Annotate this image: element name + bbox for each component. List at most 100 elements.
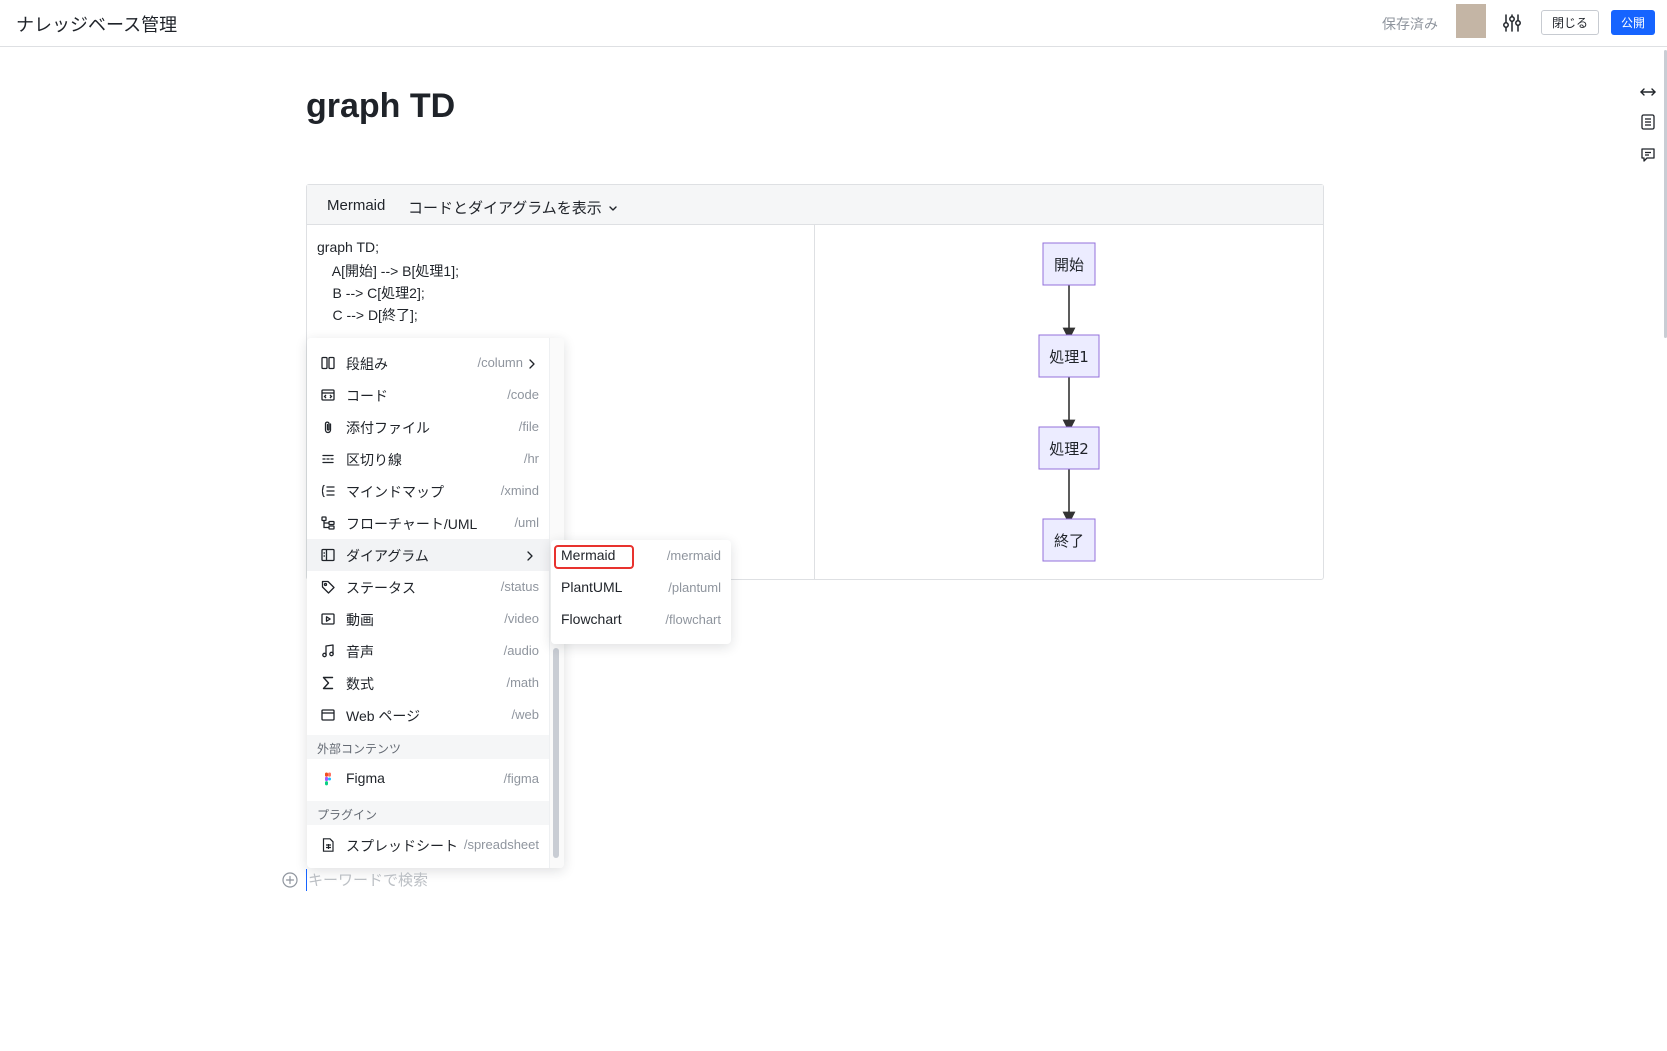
menu-item-column[interactable]: 段組み /column xyxy=(307,347,549,379)
menu-section-label: プラグイン xyxy=(317,808,378,822)
browser-icon xyxy=(320,707,336,723)
menu-item-label: ダイアグラム xyxy=(346,548,429,564)
menu-item-file[interactable]: 添付ファイル /file xyxy=(307,411,549,443)
menu-item-shortcut: /audio xyxy=(503,643,539,658)
flow-node-label: 開始 xyxy=(1054,256,1084,274)
menu-item-label: コード xyxy=(346,388,388,404)
menu-item-shortcut: /status xyxy=(500,579,539,594)
menu-item-audio[interactable]: 音声 /audio xyxy=(307,635,549,667)
menu-item-shortcut: /column xyxy=(477,355,523,370)
document-title[interactable]: graph TD xyxy=(306,87,455,126)
menu-item-label: 音声 xyxy=(346,644,374,660)
sliders-icon[interactable] xyxy=(1500,12,1524,34)
view-mode-label: コードとダイアグラムを表示 xyxy=(408,200,602,217)
submenu-item-flowchart[interactable]: Flowchart /flowchart xyxy=(551,604,731,636)
top-header: ナレッジベース管理 保存済み 閉じる 公開 xyxy=(0,0,1667,47)
menu-section-label: 外部コンテンツ xyxy=(317,742,402,756)
publish-button[interactable]: 公開 xyxy=(1611,10,1655,35)
flowchart-icon xyxy=(320,515,336,531)
code-line: A[開始] --> B[処理1]; xyxy=(317,263,459,279)
diagram-icon xyxy=(320,547,336,563)
video-icon xyxy=(320,611,336,627)
menu-item-shortcut: /xmind xyxy=(500,483,539,498)
menu-item-label: 動画 xyxy=(346,612,374,628)
music-note-icon xyxy=(320,643,336,659)
menu-section-plugins: プラグイン xyxy=(307,801,549,825)
figma-icon xyxy=(320,771,336,787)
close-button[interactable]: 閉じる xyxy=(1541,10,1599,35)
menu-item-math[interactable]: 数式 /math xyxy=(307,667,549,699)
diagram-preview: 開始 処理1 処理2 終了 xyxy=(816,225,1323,579)
code-line: graph TD; xyxy=(317,239,379,255)
menu-item-shortcut: /spreadsheet xyxy=(463,837,539,852)
chevron-down-icon xyxy=(609,206,617,211)
diagram-submenu: Mermaid /mermaid PlantUML /plantuml Flow… xyxy=(551,540,731,644)
expand-width-icon[interactable] xyxy=(1638,82,1658,102)
menu-item-shortcut: /figma xyxy=(503,771,539,786)
flow-node-process2: 処理2 xyxy=(1038,426,1100,470)
menu-item-label: マインドマップ xyxy=(346,484,444,500)
chevron-right-icon xyxy=(527,357,537,369)
chevron-right-icon xyxy=(525,549,535,561)
menu-item-code[interactable]: コード /code xyxy=(307,379,549,411)
menu-item-label: 段組み xyxy=(346,356,388,372)
menu-item-figma[interactable]: Figma /figma xyxy=(307,763,549,795)
flow-node-start: 開始 xyxy=(1042,242,1096,286)
menu-item-shortcut: /file xyxy=(518,419,539,434)
flow-node-process1: 処理1 xyxy=(1038,334,1100,378)
menu-item-label: フローチャート/UML xyxy=(346,516,478,532)
menu-item-mindmap[interactable]: マインドマップ /xmind xyxy=(307,475,549,507)
menu-item-shortcut: /video xyxy=(504,611,539,626)
menu-item-shortcut: /code xyxy=(507,387,539,402)
code-line: B --> C[処理2]; xyxy=(317,285,425,301)
avatar[interactable] xyxy=(1456,4,1486,38)
flow-node-label: 処理2 xyxy=(1049,440,1089,458)
menu-scrollbar-thumb[interactable] xyxy=(553,648,559,858)
view-mode-dropdown[interactable]: コードとダイアグラムを表示 xyxy=(408,197,618,218)
submenu-item-label: Flowchart xyxy=(561,611,622,627)
submenu-item-shortcut: /mermaid xyxy=(666,548,721,563)
tag-icon xyxy=(320,579,336,595)
submenu-item-plantuml[interactable]: PlantUML /plantuml xyxy=(551,572,731,604)
add-block-icon[interactable] xyxy=(281,871,299,889)
block-toolbar: Mermaid コードとダイアグラムを表示 xyxy=(307,185,1323,225)
block-type-label[interactable]: Mermaid xyxy=(327,197,385,214)
slash-command-menu: 段組み /column コード /code 添付ファイル /file 区切り線 … xyxy=(307,338,564,868)
menu-item-web[interactable]: Web ページ /web xyxy=(307,699,549,731)
menu-item-label: Figma xyxy=(346,770,385,786)
flow-node-end: 終了 xyxy=(1042,518,1096,562)
submenu-item-label: PlantUML xyxy=(561,579,623,595)
menu-item-shortcut: /hr xyxy=(523,451,539,466)
menu-item-label: Web ページ xyxy=(346,708,421,724)
submenu-item-mermaid[interactable]: Mermaid /mermaid xyxy=(551,540,731,572)
menu-item-label: 添付ファイル xyxy=(346,420,430,436)
sigma-icon xyxy=(320,675,336,691)
menu-item-spreadsheet[interactable]: スプレッドシート /spreadsheet xyxy=(307,829,549,861)
menu-item-shortcut: /web xyxy=(511,707,539,722)
app-title: ナレッジベース管理 xyxy=(16,15,178,35)
code-icon xyxy=(320,387,336,403)
submenu-item-shortcut: /flowchart xyxy=(665,612,721,627)
mindmap-icon xyxy=(320,483,336,499)
submenu-item-shortcut: /plantuml xyxy=(668,580,721,595)
paperclip-icon xyxy=(320,419,336,435)
menu-item-diagram[interactable]: ダイアグラム xyxy=(307,539,549,571)
menu-item-shortcut: /uml xyxy=(514,515,539,530)
menu-item-label: 数式 xyxy=(346,676,374,692)
comment-icon[interactable] xyxy=(1638,145,1658,165)
menu-item-divider[interactable]: 区切り線 /hr xyxy=(307,443,549,475)
menu-item-shortcut: /math xyxy=(506,675,539,690)
menu-item-video[interactable]: 動画 /video xyxy=(307,603,549,635)
saved-status: 保存済み xyxy=(1382,16,1438,32)
menu-item-uml[interactable]: フローチャート/UML /uml xyxy=(307,507,549,539)
flow-node-label: 処理1 xyxy=(1049,348,1089,366)
columns-icon xyxy=(320,355,336,371)
outline-icon[interactable] xyxy=(1638,112,1658,132)
menu-section-external: 外部コンテンツ xyxy=(307,735,549,759)
code-line: C --> D[終了]; xyxy=(317,307,418,323)
menu-item-status[interactable]: ステータス /status xyxy=(307,571,549,603)
submenu-item-label: Mermaid xyxy=(561,547,616,563)
menu-item-label: ステータス xyxy=(346,580,416,596)
spreadsheet-icon xyxy=(320,837,336,853)
keyword-search-input[interactable] xyxy=(306,869,606,891)
